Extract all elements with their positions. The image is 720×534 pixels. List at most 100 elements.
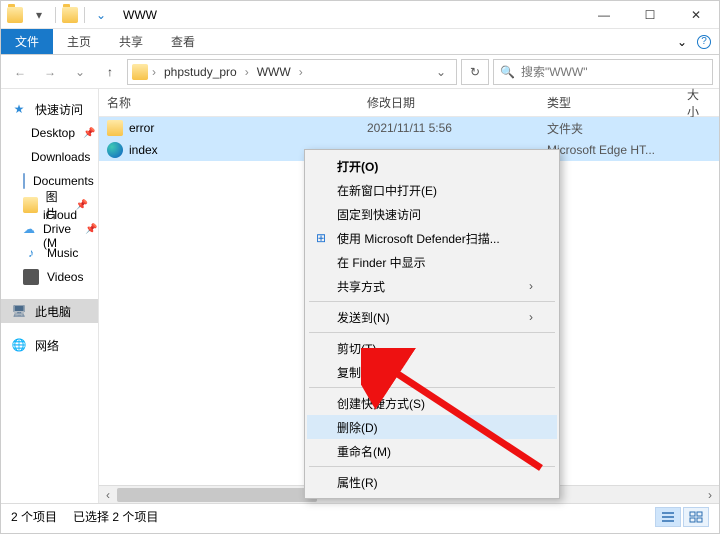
sidebar-label: 网络 (35, 337, 59, 354)
close-button[interactable]: ✕ (673, 1, 719, 29)
back-button[interactable]: ← (7, 59, 33, 85)
col-name[interactable]: 名称 (99, 94, 359, 111)
folder-icon (7, 7, 23, 23)
sidebar-item-icloud[interactable]: ☁iCloud Drive (M📌 (1, 217, 98, 241)
sidebar-item-videos[interactable]: Videos (1, 265, 98, 289)
pictures-icon (23, 197, 38, 213)
recent-dropdown[interactable]: ⌄ (67, 59, 93, 85)
col-type[interactable]: 类型 (539, 94, 679, 111)
window-title: WWW (117, 8, 581, 22)
col-size[interactable]: 大小 (679, 86, 707, 120)
menu-copy[interactable]: 复制(C) (307, 360, 557, 384)
search-box[interactable]: 🔍 (493, 59, 713, 85)
chevron-right-icon: › (529, 279, 533, 293)
pin-icon: 📌 (76, 200, 88, 211)
tab-view[interactable]: 查看 (157, 29, 209, 54)
column-headers: 名称 修改日期 类型 大小 (99, 89, 719, 117)
menu-cut[interactable]: 剪切(T) (307, 336, 557, 360)
ribbon-tabs: 文件 主页 共享 查看 ⌄ ? (1, 29, 719, 55)
sidebar: ★ 快速访问 Desktop📌 Downloads📌 Documents📌 图片… (1, 89, 99, 503)
file-name: error (129, 121, 154, 135)
menu-pin-quick-access[interactable]: 固定到快速访问 (307, 202, 557, 226)
context-menu: 打开(O) 在新窗口中打开(E) 固定到快速访问 ⊞使用 Microsoft D… (304, 149, 560, 499)
sidebar-label: Videos (47, 270, 83, 284)
col-date[interactable]: 修改日期 (359, 94, 539, 111)
shield-icon: ⊞ (313, 230, 329, 246)
qat-dropdown-icon[interactable]: ▾ (29, 5, 49, 25)
sidebar-this-pc[interactable]: 🖥此电脑 (1, 299, 98, 323)
sidebar-label: Music (47, 246, 78, 260)
breadcrumb-current[interactable]: WWW (253, 65, 295, 79)
window-buttons: ― ☐ ✕ (581, 1, 719, 29)
quick-access-toolbar: ▾ ⌄ (1, 5, 117, 25)
address-bar[interactable]: › phpstudy_pro › WWW › ⌄ (127, 59, 457, 85)
up-button[interactable]: ↑ (97, 59, 123, 85)
sidebar-label: Downloads (31, 150, 90, 164)
file-row[interactable]: error 2021/11/11 5:56 文件夹 (99, 117, 719, 139)
sidebar-quick-access[interactable]: ★ 快速访问 (1, 97, 98, 121)
view-details-button[interactable] (655, 507, 681, 527)
menu-show-in-finder[interactable]: 在 Finder 中显示 (307, 250, 557, 274)
sidebar-label: Documents (33, 174, 94, 188)
menu-separator (309, 332, 555, 333)
sidebar-label: 快速访问 (35, 101, 83, 118)
sidebar-label: Desktop (31, 126, 75, 140)
scroll-right-icon[interactable]: › (701, 486, 719, 504)
pin-icon: 📌 (83, 128, 95, 139)
menu-open[interactable]: 打开(O) (307, 154, 557, 178)
titlebar: ▾ ⌄ WWW ― ☐ ✕ (1, 1, 719, 29)
menu-separator (309, 466, 555, 467)
sidebar-label: iCloud Drive (M (43, 208, 77, 250)
cloud-icon: ☁ (23, 221, 35, 237)
pin-icon: 📌 (85, 224, 97, 235)
music-icon: ♪ (23, 245, 39, 261)
menu-share-with[interactable]: 共享方式› (307, 274, 557, 298)
chevron-right-icon[interactable]: › (150, 65, 158, 79)
sidebar-network[interactable]: 🌐 网络 (1, 333, 98, 357)
tab-file[interactable]: 文件 (1, 29, 53, 54)
breadcrumb-parent[interactable]: phpstudy_pro (160, 65, 241, 79)
file-type: 文件夹 (539, 120, 679, 137)
status-item-count: 2 个项目 (11, 508, 57, 525)
refresh-button[interactable]: ↻ (461, 59, 489, 85)
folder-icon (62, 7, 78, 23)
address-dropdown-icon[interactable]: ⌄ (430, 65, 452, 79)
menu-delete[interactable]: 删除(D) (307, 415, 557, 439)
menu-open-new-window[interactable]: 在新窗口中打开(E) (307, 178, 557, 202)
tab-share[interactable]: 共享 (105, 29, 157, 54)
maximize-button[interactable]: ☐ (627, 1, 673, 29)
search-input[interactable] (521, 65, 706, 79)
chevron-right-icon[interactable]: › (243, 65, 251, 79)
file-date: 2021/11/11 5:56 (359, 121, 539, 135)
menu-separator (309, 301, 555, 302)
edge-icon (107, 142, 123, 158)
tab-home[interactable]: 主页 (53, 29, 105, 54)
menu-properties[interactable]: 属性(R) (307, 470, 557, 494)
sidebar-label: 此电脑 (35, 303, 71, 320)
network-icon: 🌐 (11, 337, 27, 353)
ribbon-expand-icon[interactable]: ⌄ (677, 35, 687, 49)
chevron-right-icon: › (529, 310, 533, 324)
menu-rename[interactable]: 重命名(M) (307, 439, 557, 463)
list-icon (661, 511, 675, 523)
minimize-button[interactable]: ― (581, 1, 627, 29)
help-icon[interactable]: ? (697, 35, 711, 49)
star-icon: ★ (11, 101, 27, 117)
menu-send-to[interactable]: 发送到(N)› (307, 305, 557, 329)
qat-overflow-icon[interactable]: ⌄ (91, 5, 111, 25)
sidebar-item-desktop[interactable]: Desktop 📌 (1, 121, 98, 145)
view-icons-button[interactable] (683, 507, 709, 527)
forward-button[interactable]: → (37, 59, 63, 85)
menu-create-shortcut[interactable]: 创建快捷方式(S) (307, 391, 557, 415)
search-icon: 🔍 (500, 65, 515, 79)
scroll-thumb[interactable] (117, 488, 317, 502)
menu-defender-scan[interactable]: ⊞使用 Microsoft Defender扫描... (307, 226, 557, 250)
sidebar-item-downloads[interactable]: Downloads📌 (1, 145, 98, 169)
menu-separator (309, 387, 555, 388)
folder-icon (107, 120, 123, 136)
chevron-right-icon[interactable]: › (297, 65, 305, 79)
documents-icon (23, 173, 25, 189)
status-bar: 2 个项目 已选择 2 个项目 (1, 503, 719, 529)
grid-icon (689, 511, 703, 523)
scroll-left-icon[interactable]: ‹ (99, 486, 117, 504)
